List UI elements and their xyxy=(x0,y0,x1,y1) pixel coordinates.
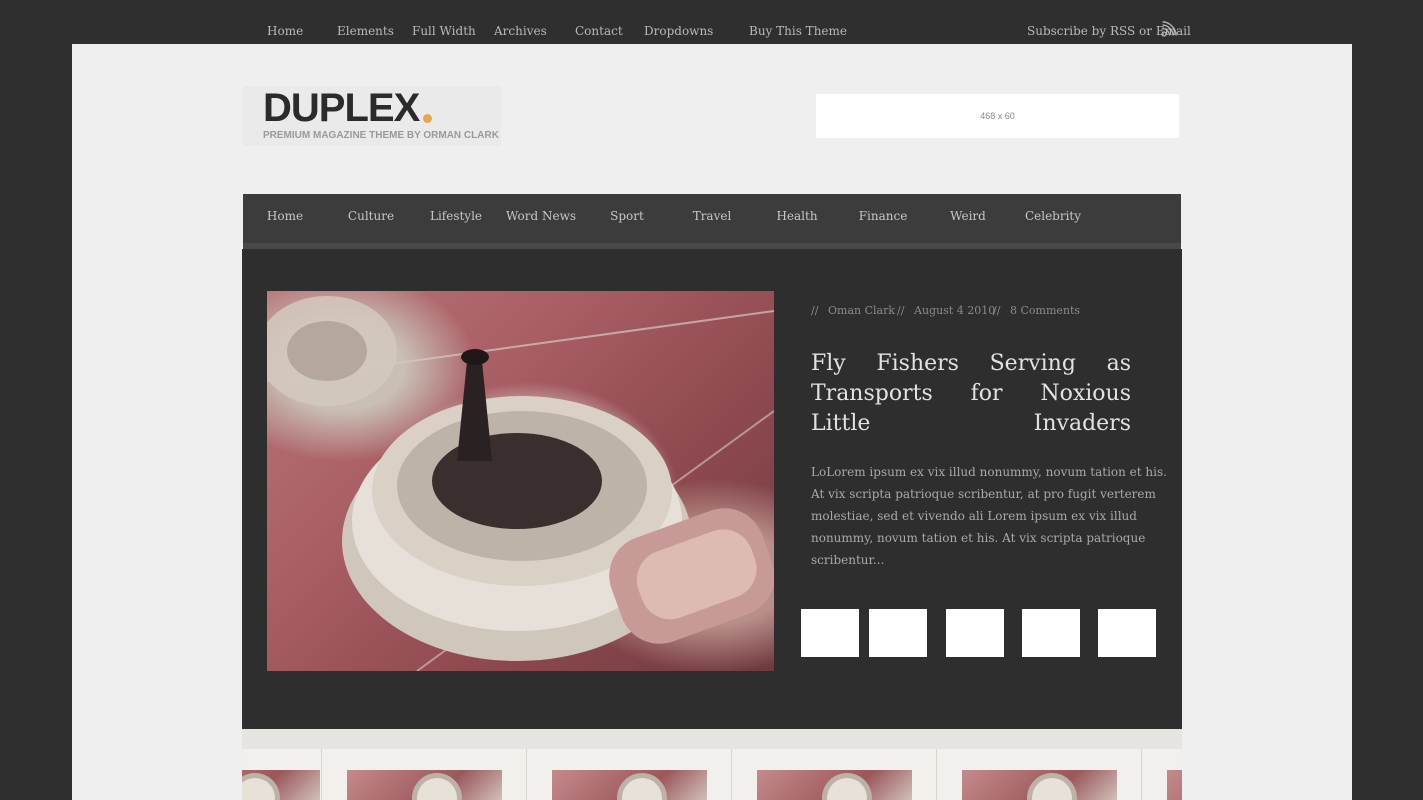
ad-size-label: 468 x 60 xyxy=(980,111,1015,121)
carousel-item[interactable] xyxy=(1141,749,1182,800)
meta-separator: // xyxy=(811,304,819,317)
main-nav: Home Culture Lifestyle Word News Sport T… xyxy=(243,194,1181,249)
share-button-2[interactable] xyxy=(869,609,927,657)
main-nav-sport[interactable]: Sport xyxy=(610,209,644,223)
post-date: August 4 2010 xyxy=(914,304,996,317)
fishing-reel-illustration xyxy=(267,296,774,671)
carousel-item[interactable] xyxy=(242,749,321,800)
main-nav-home[interactable]: Home xyxy=(267,209,303,223)
carousel-thumbnail xyxy=(1167,770,1182,800)
carousel-thumbnail xyxy=(347,770,502,800)
main-nav-celebrity[interactable]: Celebrity xyxy=(1025,209,1081,223)
carousel-thumbnail xyxy=(757,770,912,800)
carousel-thumbnail xyxy=(962,770,1117,800)
share-button-5[interactable] xyxy=(1098,609,1156,657)
main-nav-weird[interactable]: Weird xyxy=(950,209,986,223)
main-nav-travel[interactable]: Travel xyxy=(693,209,732,223)
carousel-item[interactable] xyxy=(321,749,526,800)
featured-post: // Oman Clark // August 4 2010 // 8 Comm… xyxy=(242,249,1182,729)
share-button-4[interactable] xyxy=(1022,609,1080,657)
share-button-1[interactable] xyxy=(801,609,859,657)
site-tagline: PREMIUM MAGAZINE THEME BY ORMAN CLARK xyxy=(263,130,499,141)
carousel-thumbnail xyxy=(242,770,320,800)
top-nav-contact[interactable]: Contact xyxy=(575,24,623,38)
site-logo[interactable]: DUPLEX PREMIUM MAGAZINE THEME BY ORMAN C… xyxy=(243,86,501,146)
post-comments[interactable]: 8 Comments xyxy=(1010,304,1080,317)
main-nav-health[interactable]: Health xyxy=(776,209,817,223)
carousel-item[interactable] xyxy=(526,749,731,800)
meta-separator: // xyxy=(897,304,905,317)
carousel-item[interactable] xyxy=(731,749,936,800)
logo-dot xyxy=(423,114,432,123)
main-nav-word-news[interactable]: Word News xyxy=(506,209,576,223)
rss-icon[interactable] xyxy=(1161,21,1177,37)
main-nav-finance[interactable]: Finance xyxy=(859,209,908,223)
main-nav-culture[interactable]: Culture xyxy=(348,209,394,223)
thumbnail-carousel xyxy=(242,729,1182,800)
top-nav-elements[interactable]: Elements xyxy=(337,24,394,38)
main-nav-lifestyle[interactable]: Lifestyle xyxy=(430,209,482,223)
ad-banner[interactable]: 468 x 60 xyxy=(816,94,1179,138)
post-title[interactable]: Fly Fishers Serving as Transports for No… xyxy=(811,349,1131,439)
carousel-thumbnail xyxy=(552,770,707,800)
top-nav-home[interactable]: Home xyxy=(267,24,303,38)
featured-image[interactable] xyxy=(267,291,774,671)
top-bar: Home Elements Full Width Archives Contac… xyxy=(72,0,1352,44)
carousel-item[interactable] xyxy=(936,749,1141,800)
meta-separator: // xyxy=(993,304,1001,317)
share-button-3[interactable] xyxy=(946,609,1004,657)
page: Home Elements Full Width Archives Contac… xyxy=(72,0,1352,800)
post-author[interactable]: Oman Clark xyxy=(828,304,895,317)
post-excerpt: LoLorem ipsum ex vix illud nonummy, novu… xyxy=(811,465,1167,567)
top-nav-buy-theme[interactable]: Buy This Theme xyxy=(749,24,847,38)
logo-wordmark: DUPLEX xyxy=(263,86,420,130)
top-nav-full-width[interactable]: Full Width xyxy=(412,24,476,38)
top-nav-archives[interactable]: Archives xyxy=(494,24,547,38)
top-nav-dropdowns[interactable]: Dropdowns xyxy=(644,24,713,38)
